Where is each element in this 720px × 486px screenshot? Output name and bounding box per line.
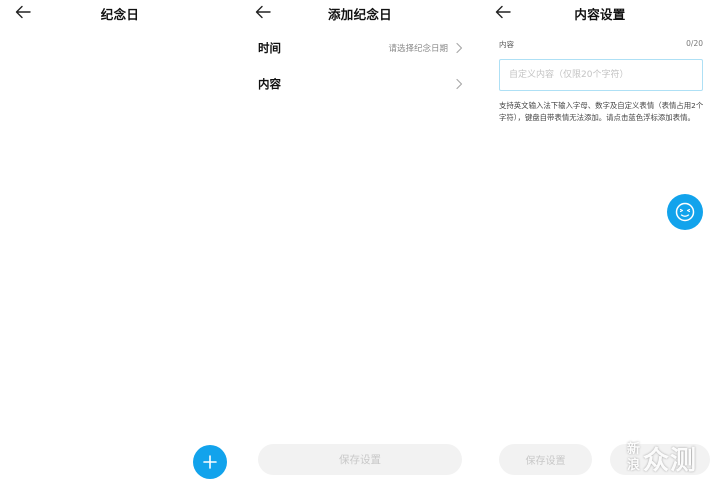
chevron-right-icon (456, 78, 463, 90)
row-label: 时间 (258, 41, 281, 55)
page-title: 添加纪念日 (327, 7, 392, 22)
save-button[interactable]: 保存设置 (258, 444, 462, 475)
help-text: 支持英文输入法下输入字母、数字及自定义表情（表情占用2个字符），键盘自带表情无法… (499, 101, 704, 122)
page-title: 纪念日 (100, 7, 140, 22)
row-hint: 请选择纪念日期 (388, 44, 448, 54)
watermark-small: 新 浪 (627, 442, 641, 473)
content-input[interactable] (499, 59, 703, 91)
save-button[interactable]: 保存设置 (499, 444, 592, 475)
row-content[interactable]: 内容 (240, 74, 480, 96)
emoji-face-icon (675, 202, 695, 222)
plus-icon (203, 455, 217, 469)
emoji-button[interactable] (667, 194, 703, 230)
add-anniversary-screen: 添加纪念日 时间 请选择纪念日期 内容 保存设置 (240, 0, 480, 486)
field-label: 内容 (499, 40, 514, 49)
add-anniversary-button[interactable] (193, 445, 227, 479)
header: 内容设置 (480, 0, 720, 26)
page-title: 内容设置 (574, 7, 626, 22)
content-settings-screen: 内容设置 内容 0/20 支持英文输入法下输入字母、数字及自定义表情（表情占用2… (480, 0, 720, 486)
anniversary-list-screen: 纪念日 (0, 0, 240, 486)
watermark-logo: 新 浪 众测 (627, 438, 717, 478)
chevron-right-icon (456, 42, 463, 54)
row-time[interactable]: 时间 请选择纪念日期 (240, 38, 480, 60)
header: 添加纪念日 (240, 0, 480, 26)
watermark-big: 众测 (643, 445, 698, 476)
row-label: 内容 (258, 77, 281, 91)
header: 纪念日 (0, 0, 240, 26)
char-counter: 0/20 (686, 39, 703, 48)
